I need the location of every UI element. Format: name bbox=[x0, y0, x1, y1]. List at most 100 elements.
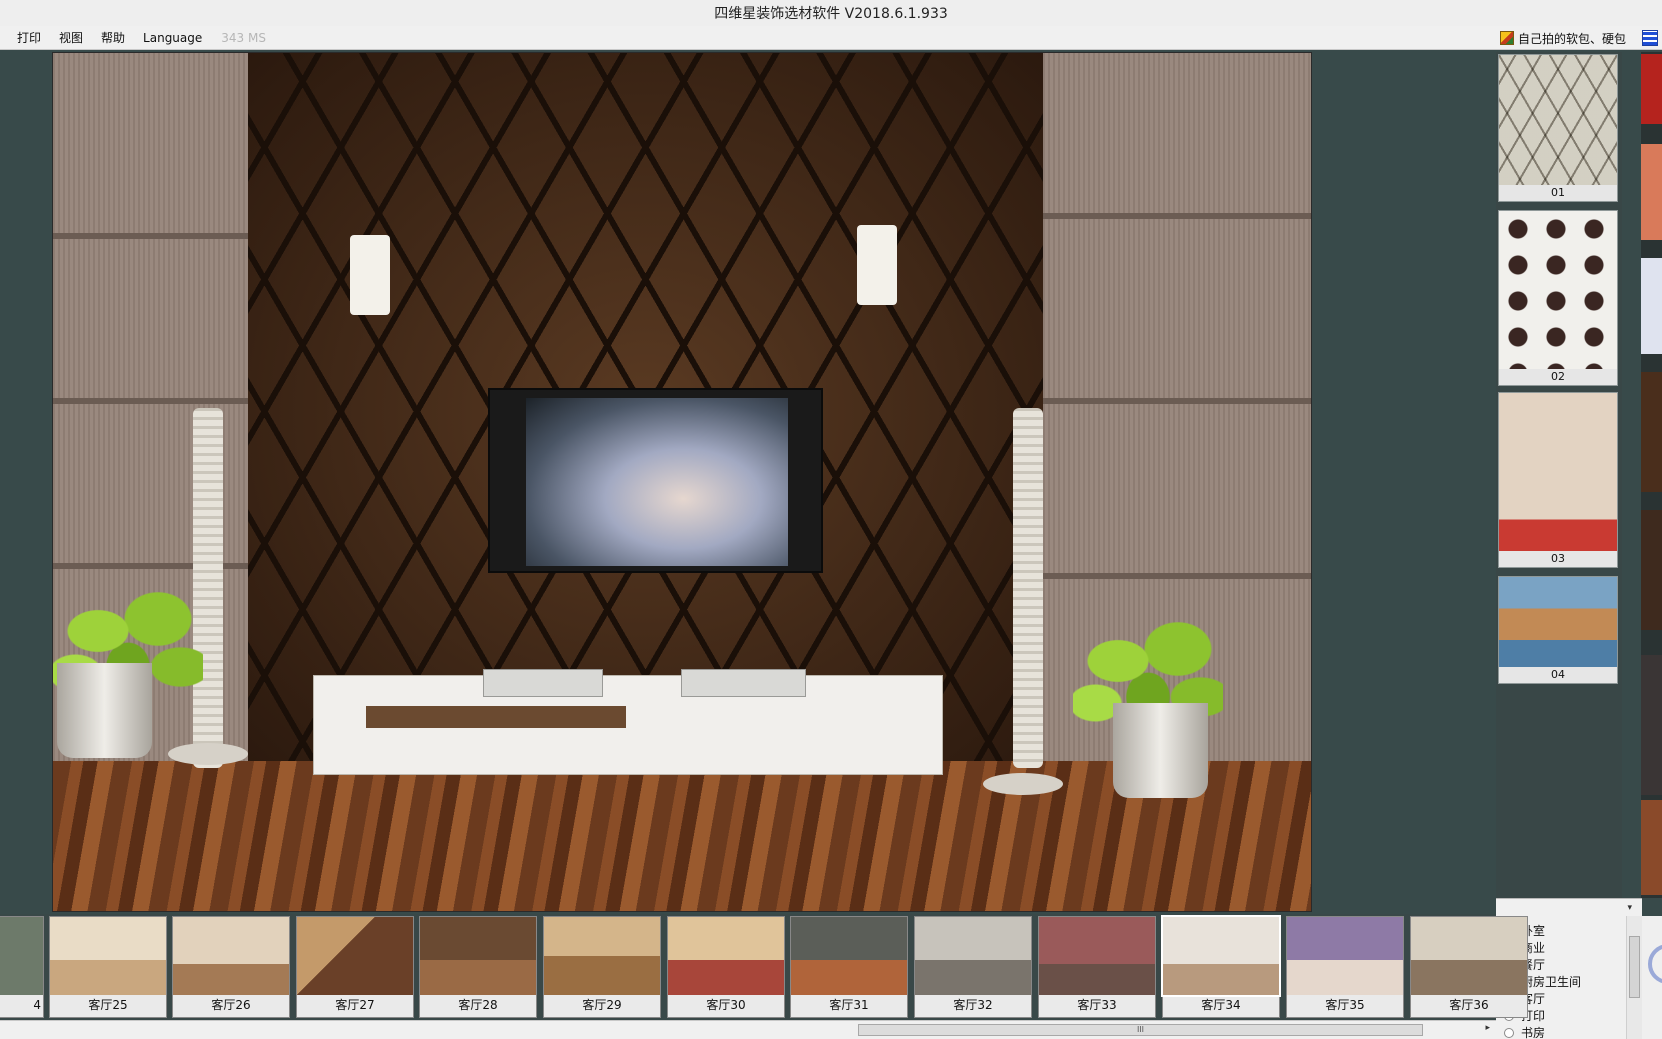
scene-thumbnail[interactable]: 客厅32 bbox=[914, 916, 1032, 1018]
scene-thumbnail-image bbox=[668, 917, 784, 995]
plant-pot-right bbox=[1113, 703, 1208, 798]
scene-thumbnail-label: 客厅27 bbox=[335, 998, 375, 1012]
scene-thumbnail-image bbox=[0, 917, 43, 995]
menu-print[interactable]: 打印 bbox=[8, 26, 50, 50]
wall-sconce-right bbox=[857, 225, 897, 305]
texture-swatch-partial[interactable] bbox=[1641, 510, 1662, 630]
texture-label: 02 bbox=[1551, 370, 1565, 383]
speaker-base-left bbox=[168, 743, 248, 765]
scene-thumbnail-label: 4 bbox=[33, 998, 41, 1012]
scene-thumbnail[interactable]: 客厅29 bbox=[543, 916, 661, 1018]
scene-thumbnail[interactable]: 客厅26 bbox=[172, 916, 290, 1018]
corner-widget bbox=[1642, 916, 1662, 1039]
thumbnail-scrollbar[interactable]: III ▸ bbox=[0, 1020, 1496, 1039]
room-preview[interactable] bbox=[52, 52, 1312, 912]
plant-pot-left bbox=[57, 663, 152, 758]
scene-thumbnail-label: 客厅25 bbox=[88, 998, 128, 1012]
wall-sconce-left bbox=[350, 235, 390, 315]
scene-thumbnail-label: 客厅28 bbox=[458, 998, 498, 1012]
menu-bar: 打印 视图 帮助 Language 343 MS 自己拍的软包、硬包 bbox=[0, 26, 1662, 50]
texture-swatch-partial[interactable] bbox=[1641, 800, 1662, 895]
scrollbar-thumb[interactable]: III bbox=[858, 1024, 1423, 1036]
texture-label: 01 bbox=[1551, 186, 1565, 199]
panel-seam bbox=[1043, 398, 1311, 404]
scene-thumbnail-image bbox=[1161, 915, 1281, 997]
scene-thumbnail-image bbox=[1287, 917, 1403, 995]
scene-thumbnail-selected[interactable]: 客厅34 bbox=[1161, 915, 1281, 1018]
texture-item[interactable]: 01 bbox=[1498, 54, 1618, 202]
grid-pattern-icon[interactable] bbox=[1642, 30, 1658, 46]
texture-swatch bbox=[1499, 393, 1617, 551]
floor-speaker-right bbox=[1013, 408, 1043, 768]
texture-item[interactable]: 04 bbox=[1498, 576, 1618, 684]
panel-seam bbox=[1043, 573, 1311, 579]
scene-thumbnail[interactable]: 客厅33 bbox=[1038, 916, 1156, 1018]
scene-thumbnail[interactable]: 客厅35 bbox=[1286, 916, 1404, 1018]
scene-thumbnail-image bbox=[791, 917, 907, 995]
panel-seam bbox=[53, 398, 248, 404]
panel-seam bbox=[53, 233, 248, 239]
scene-thumbnail[interactable]: 客厅36 bbox=[1410, 916, 1528, 1018]
av-receiver bbox=[681, 669, 806, 697]
menu-view[interactable]: 视图 bbox=[50, 26, 92, 50]
scene-thumbnail-label: 客厅34 bbox=[1201, 998, 1241, 1012]
scene-thumbnail-label: 客厅29 bbox=[582, 998, 622, 1012]
texture-swatch-partial[interactable] bbox=[1641, 54, 1662, 124]
texture-swatch-partial[interactable] bbox=[1641, 144, 1662, 240]
dvd-player bbox=[483, 669, 603, 697]
window-titlebar: 四维星装饰选材软件 V2018.6.1.933 bbox=[0, 0, 1662, 26]
scene-thumbnail[interactable]: 客厅25 bbox=[49, 916, 167, 1018]
scene-thumbnail-image bbox=[420, 917, 536, 995]
scene-thumbnail[interactable]: 客厅30 bbox=[667, 916, 785, 1018]
scene-thumbnail-strip: 4 客厅25 客厅26 客厅27 客厅28 客厅29 客厅30 客厅31 客厅3… bbox=[0, 914, 1528, 1020]
scene-thumbnail-label: 客厅26 bbox=[211, 998, 251, 1012]
room-type-label: 书房 bbox=[1521, 1026, 1546, 1039]
room-type-label: 厨房卫生间 bbox=[1521, 975, 1582, 989]
menu-language[interactable]: Language bbox=[134, 26, 211, 50]
speaker-base-right bbox=[983, 773, 1063, 795]
scene-thumbnail-label: 客厅36 bbox=[1449, 998, 1489, 1012]
radio-button[interactable] bbox=[1504, 1027, 1514, 1038]
ring-icon bbox=[1648, 944, 1662, 984]
scene-thumbnail-label: 客厅32 bbox=[953, 998, 993, 1012]
scene-thumbnail[interactable]: 4 bbox=[0, 916, 44, 1018]
panel-seam bbox=[1043, 213, 1311, 219]
texture-swatch-partial[interactable] bbox=[1641, 372, 1662, 492]
scene-thumbnail-label: 客厅30 bbox=[706, 998, 746, 1012]
scene-thumbnail[interactable]: 客厅27 bbox=[296, 916, 414, 1018]
scene-thumbnail[interactable]: 客厅28 bbox=[419, 916, 537, 1018]
texture-item[interactable]: 03 bbox=[1498, 392, 1618, 568]
scene-thumbnail-image bbox=[1039, 917, 1155, 995]
texture-item[interactable]: 02 bbox=[1498, 210, 1618, 386]
texture-folder-button[interactable]: 自己拍的软包、硬包 bbox=[1499, 26, 1662, 50]
scene-thumbnail-image bbox=[544, 917, 660, 995]
room-list-scrollbar[interactable] bbox=[1626, 916, 1642, 1039]
cabinet-shelf bbox=[366, 706, 626, 728]
scene-thumbnail-image bbox=[1411, 917, 1527, 995]
room-type-study[interactable]: 书房 bbox=[1496, 1024, 1626, 1039]
tv-cabinet bbox=[313, 675, 943, 775]
tv-screen bbox=[526, 398, 788, 566]
scene-thumbnail-image bbox=[297, 917, 413, 995]
window-title: 四维星装饰选材软件 V2018.6.1.933 bbox=[714, 6, 948, 22]
television bbox=[488, 388, 823, 573]
scene-thumbnail-image bbox=[173, 917, 289, 995]
render-time-status: 343 MS bbox=[221, 30, 266, 45]
texture-label: 04 bbox=[1551, 668, 1565, 681]
scene-thumbnail-image bbox=[915, 917, 1031, 995]
texture-swatch bbox=[1499, 211, 1617, 369]
texture-swatch-partial[interactable] bbox=[1641, 258, 1662, 354]
texture-folder-icon bbox=[1499, 31, 1514, 45]
texture-scroll-down-button[interactable]: ▾ bbox=[1496, 898, 1642, 916]
scene-thumbnail-label: 客厅35 bbox=[1325, 998, 1365, 1012]
texture-swatch bbox=[1499, 577, 1617, 667]
menu-help[interactable]: 帮助 bbox=[92, 26, 134, 50]
scene-thumbnail[interactable]: 客厅31 bbox=[790, 916, 908, 1018]
scene-thumbnail-image bbox=[50, 917, 166, 995]
scene-thumbnail-label: 客厅31 bbox=[829, 998, 869, 1012]
texture-swatch bbox=[1499, 55, 1617, 185]
scroll-right-arrow-icon[interactable]: ▸ bbox=[1485, 1023, 1490, 1033]
texture-folder-label: 自己拍的软包、硬包 bbox=[1517, 31, 1626, 46]
texture-swatch-partial[interactable] bbox=[1641, 655, 1662, 795]
scrollbar-thumb[interactable] bbox=[1629, 936, 1640, 998]
